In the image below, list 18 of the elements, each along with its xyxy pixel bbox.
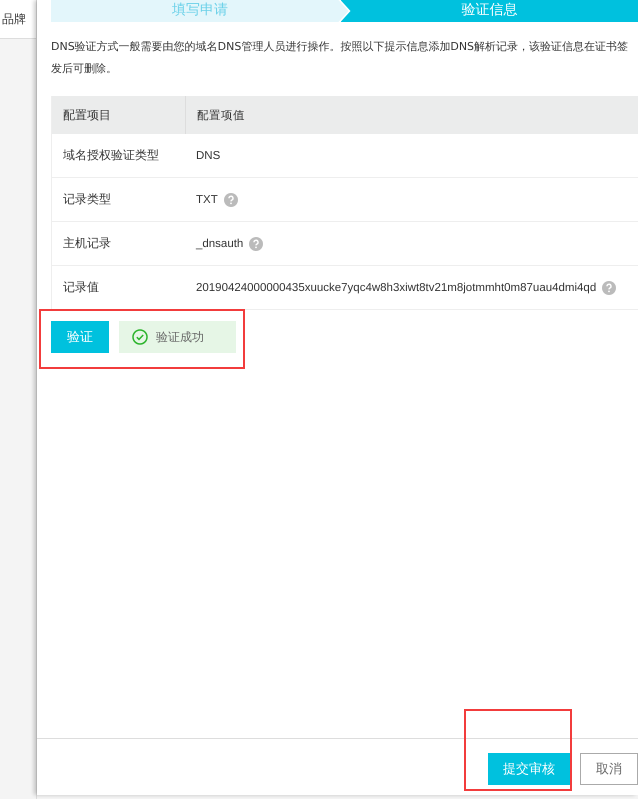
- sidebar-item[interactable]: 品牌: [0, 0, 36, 39]
- help-icon[interactable]: [224, 192, 238, 206]
- table-cell-text: 域名授权验证类型: [62, 147, 160, 164]
- table-cell: _dnsauth: [196, 238, 244, 250]
- column-header: 配置项值: [196, 108, 246, 124]
- table-cell-text: 主机记录: [62, 235, 112, 252]
- table-cell-text: 记录值: [62, 279, 100, 296]
- column-header: 配置项目: [52, 96, 186, 134]
- check-circle-icon: [132, 329, 148, 345]
- status-text: 验证成功: [156, 328, 204, 346]
- table-cell: DNS: [196, 150, 220, 162]
- table-cell: TXT: [196, 194, 218, 206]
- help-icon[interactable]: [602, 280, 616, 294]
- help-icon[interactable]: [249, 236, 264, 250]
- description-text: DNS验证方式一般需要由您的域名DNS管理人员进行操作。按照以下提示信息添加DNS解析记录，该验证信息在证书签发后可删除。: [51, 39, 630, 77]
- table-cell: 20190424000000435xuucke7yqc4w8h3xiwt8tv21m8jotmmht0m87uau4dmi4qd: [196, 282, 596, 294]
- cancel-button[interactable]: 取消: [580, 753, 638, 785]
- table-cell-text: 记录类型: [62, 191, 112, 208]
